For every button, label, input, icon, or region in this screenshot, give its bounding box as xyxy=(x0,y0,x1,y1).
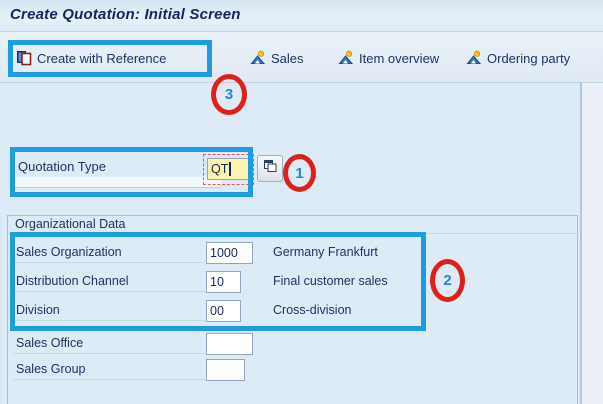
sap-create-quotation-window: Create Quotation: Initial Screen Create … xyxy=(0,0,603,404)
quotation-type-value: QT xyxy=(211,162,229,176)
item-overview-label: Item overview xyxy=(359,50,440,66)
window-titlebar: Create Quotation: Initial Screen xyxy=(0,0,603,32)
create-with-reference-label: Create with Reference xyxy=(37,50,167,66)
item-overview-button[interactable]: Item overview xyxy=(338,46,439,70)
division-label: Division xyxy=(16,303,60,317)
page-title: Create Quotation: Initial Screen xyxy=(10,6,241,23)
sales-organization-input[interactable]: 1000 xyxy=(206,242,253,264)
text-cursor xyxy=(229,162,232,176)
sales-organization-label: Sales Organization xyxy=(16,245,122,259)
sales-label: Sales xyxy=(271,50,304,66)
sales-button[interactable]: Sales xyxy=(250,46,304,70)
ordering-party-label: Ordering party xyxy=(487,50,571,66)
division-input[interactable]: 00 xyxy=(206,300,241,322)
distribution-channel-description: Final customer sales xyxy=(273,274,388,288)
groupbox-header-divider xyxy=(8,233,577,234)
client-area-right-edge xyxy=(580,83,603,404)
copy-document-icon xyxy=(16,50,32,66)
ordering-party-button[interactable]: Ordering party xyxy=(466,46,570,70)
quotation-type-label: Quotation Type xyxy=(18,159,106,174)
person-icon xyxy=(338,50,354,66)
marker-number: 3 xyxy=(224,86,234,103)
distribution-channel-label: Distribution Channel xyxy=(16,274,129,288)
sales-office-label: Sales Office xyxy=(16,336,84,350)
annotation-marker-1: 1 xyxy=(283,154,316,192)
application-toolbar: Create with Reference Sales Item overvie… xyxy=(0,32,603,83)
quotation-type-dropdown-button[interactable] xyxy=(257,155,283,182)
quotation-type-input[interactable]: QT xyxy=(207,158,252,180)
organizational-data-title: Organizational Data xyxy=(15,217,126,231)
marker-number: 1 xyxy=(295,164,304,182)
distribution-channel-value: 10 xyxy=(210,275,224,289)
sales-group-label: Sales Group xyxy=(16,362,86,376)
person-icon xyxy=(250,50,266,66)
create-with-reference-button[interactable]: Create with Reference xyxy=(16,46,166,70)
sales-organization-description: Germany Frankfurt xyxy=(273,245,378,259)
person-icon xyxy=(466,50,482,66)
quotation-type-label-underline xyxy=(13,177,221,188)
sales-office-input[interactable] xyxy=(206,333,253,355)
distribution-channel-input[interactable]: 10 xyxy=(206,271,241,293)
division-description: Cross-division xyxy=(273,303,352,317)
matchcode-icon xyxy=(263,159,277,178)
sales-organization-value: 1000 xyxy=(210,246,238,260)
division-value: 00 xyxy=(210,304,224,318)
sales-group-input[interactable] xyxy=(206,359,245,381)
